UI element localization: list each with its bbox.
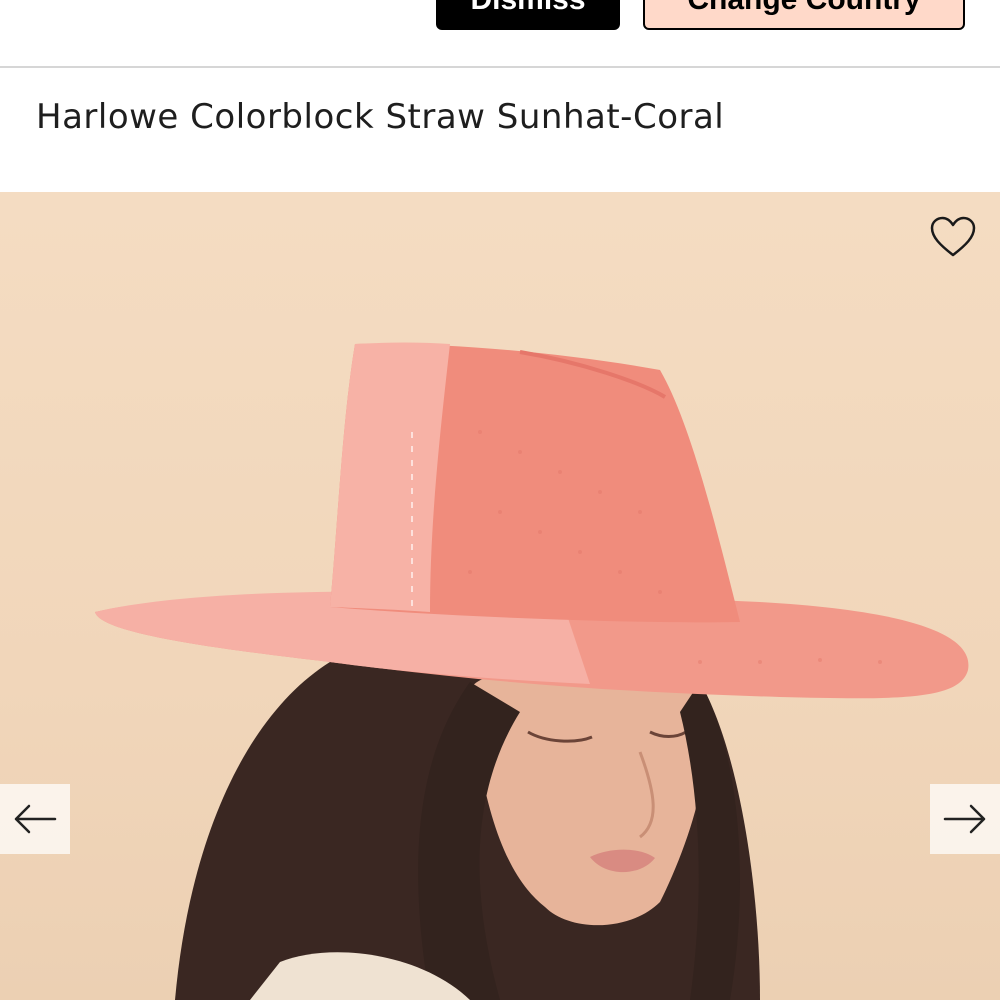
change-country-button[interactable]: Change Country: [643, 0, 965, 30]
product-page: Dismiss Change Country Harlowe Colorbloc…: [0, 0, 1000, 1000]
product-title: Harlowe Colorblock Straw Sunhat-Coral: [36, 96, 725, 137]
product-image-gallery[interactable]: [0, 192, 1000, 1000]
heart-outline-icon: [930, 216, 976, 257]
dismiss-button[interactable]: Dismiss: [436, 0, 620, 30]
arrow-right-icon: [943, 804, 986, 834]
next-image-button[interactable]: [930, 784, 1000, 854]
arrow-left-icon: [14, 804, 57, 834]
product-image: [95, 342, 969, 1000]
previous-image-button[interactable]: [0, 784, 70, 854]
wishlist-button[interactable]: [928, 214, 978, 260]
country-banner: Dismiss Change Country: [0, 0, 1000, 68]
